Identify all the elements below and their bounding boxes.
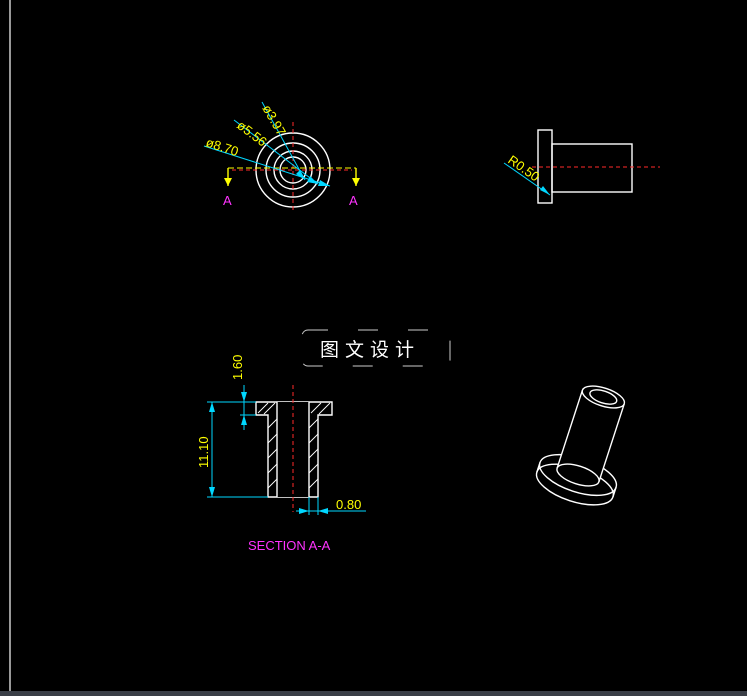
arrow-radius: [540, 186, 550, 195]
cad-drawing-canvas[interactable]: A A ø8.70 ø5.56 ø3.97 R0.50 图文设计 11.10 1…: [0, 0, 747, 696]
isometric-view: [535, 385, 626, 506]
section-title: SECTION A-A: [248, 538, 331, 553]
cut-arrow-right: [352, 178, 360, 186]
dim-wall: 0.80: [336, 497, 361, 512]
dim-height: 11.10: [196, 436, 211, 468]
arrow-inner-diameter: [296, 170, 305, 180]
arrow-wall-right: [318, 508, 328, 514]
arrow-flange-top: [241, 392, 247, 402]
dim-flange: 1.60: [230, 355, 245, 380]
watermark-text: 图文设计: [320, 339, 420, 361]
dim-radius: R0.50: [505, 152, 542, 184]
watermark: 图文设计: [301, 329, 451, 367]
side-view: R0.50: [503, 129, 660, 204]
status-strip: [0, 691, 747, 696]
front-view: A A ø8.70 ø5.56 ø3.97: [203, 101, 360, 212]
cut-arrow-left: [224, 178, 232, 186]
cut-label-right: A: [349, 193, 358, 208]
arrow-flange-bottom: [241, 415, 247, 425]
cut-label-left: A: [223, 193, 232, 208]
arrow-wall-left: [299, 508, 309, 514]
hatch-right: [308, 402, 331, 489]
dim-outer-diameter: ø8.70: [204, 135, 240, 160]
section-view: 11.10 1.60 0.80 SECTION A-A: [196, 355, 366, 553]
arrow-height-bottom: [209, 487, 215, 497]
arrow-height-top: [209, 402, 215, 412]
side-body: [551, 143, 633, 193]
